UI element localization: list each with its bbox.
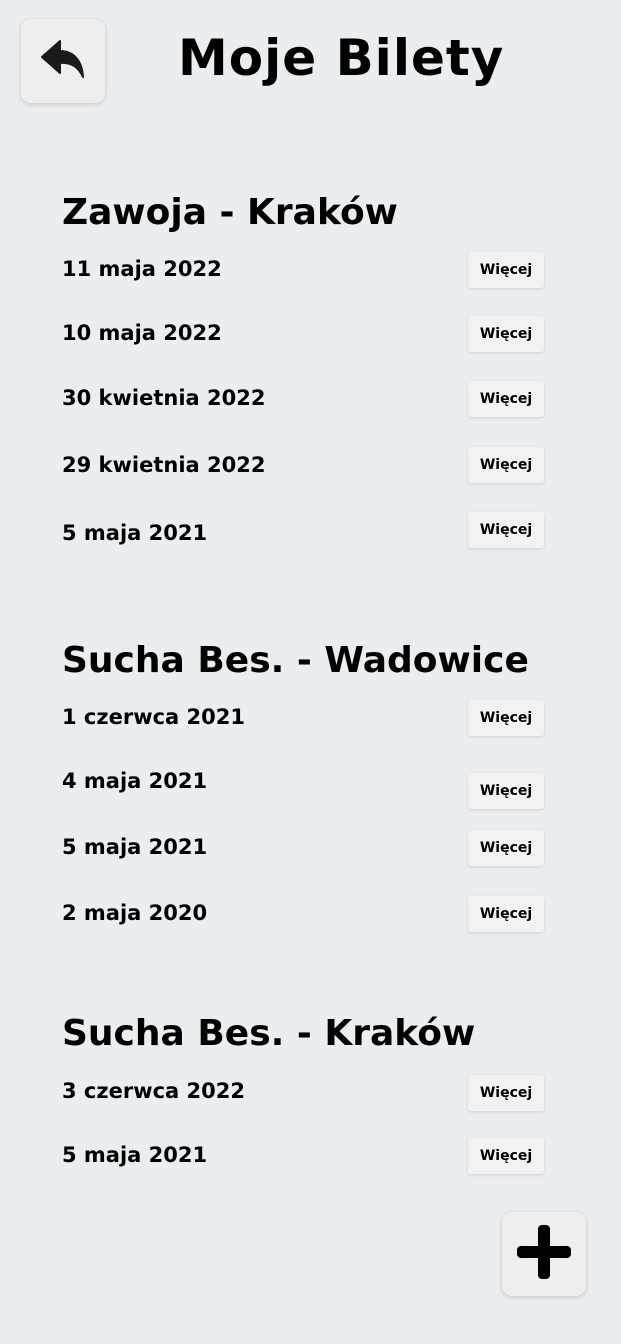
more-button[interactable]: Więcej	[468, 447, 544, 483]
more-button[interactable]: Więcej	[468, 1075, 544, 1111]
ticket-date: 10 maja 2022	[62, 321, 222, 345]
more-button[interactable]: Więcej	[468, 773, 544, 809]
ticket-date: 11 maja 2022	[62, 257, 222, 281]
more-button[interactable]: Więcej	[468, 381, 544, 417]
page-title: Moje Bilety	[178, 29, 505, 87]
ticket-date: 3 czerwca 2022	[62, 1079, 245, 1103]
ticket-date: 5 maja 2021	[62, 835, 208, 859]
more-button[interactable]: Więcej	[468, 896, 544, 932]
ticket-date: 1 czerwca 2021	[62, 705, 245, 729]
ticket-date: 4 maja 2021	[62, 769, 208, 793]
reply-arrow-icon	[40, 39, 86, 83]
more-button[interactable]: Więcej	[468, 830, 544, 866]
ticket-date: 2 maja 2020	[62, 901, 208, 925]
ticket-date: 5 maja 2021	[62, 521, 208, 545]
add-ticket-button[interactable]	[502, 1212, 586, 1296]
route-title: Sucha Bes. - Kraków	[62, 1013, 476, 1054]
back-button[interactable]	[21, 19, 105, 103]
more-button[interactable]: Więcej	[468, 1138, 544, 1174]
ticket-date: 29 kwietnia 2022	[62, 453, 266, 477]
ticket-date: 5 maja 2021	[62, 1143, 208, 1167]
more-button[interactable]: Więcej	[468, 252, 544, 288]
more-button[interactable]: Więcej	[468, 512, 544, 548]
route-title: Sucha Bes. - Wadowice	[62, 640, 529, 681]
route-title: Zawoja - Kraków	[62, 192, 398, 233]
plus-icon	[515, 1223, 573, 1285]
ticket-date: 30 kwietnia 2022	[62, 386, 266, 410]
more-button[interactable]: Więcej	[468, 700, 544, 736]
more-button[interactable]: Więcej	[468, 316, 544, 352]
